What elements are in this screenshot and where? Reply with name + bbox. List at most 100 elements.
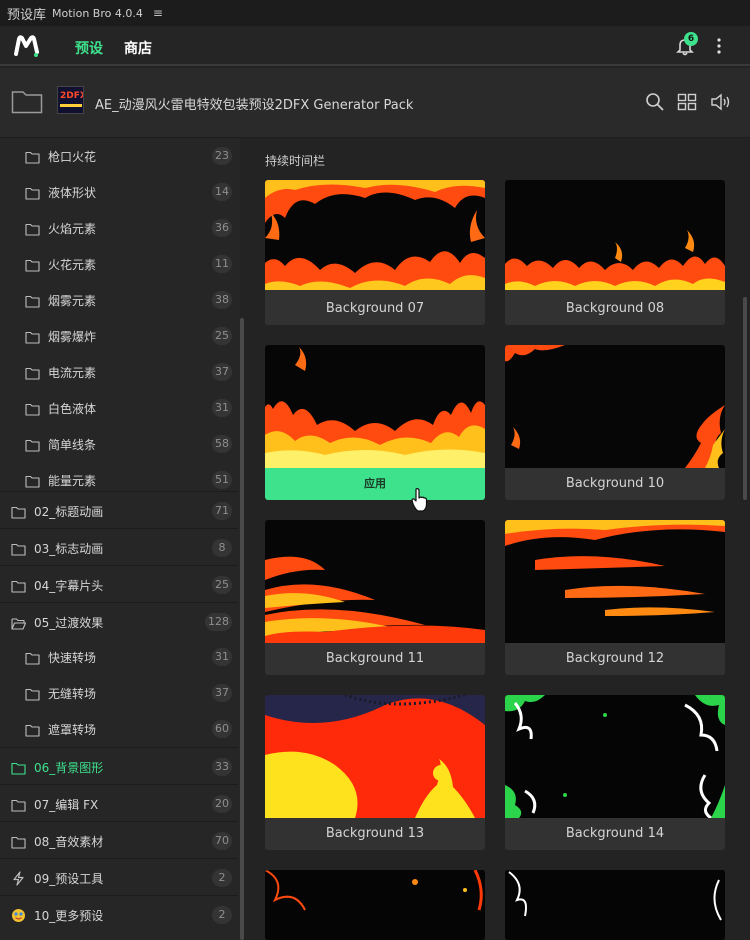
- folder-icon: [25, 722, 40, 737]
- sidebar-item-count: 25: [212, 576, 232, 594]
- preset-name: Background 12: [565, 651, 665, 666]
- sidebar-item-count: 37: [212, 363, 232, 381]
- preset-thumbnail[interactable]: [505, 695, 725, 818]
- menu-icon[interactable]: ≡: [153, 6, 163, 20]
- preset-thumbnail[interactable]: [505, 870, 725, 940]
- category-sidebar: 枪口火花 23 液体形状 14 火焰元素 36 火花元素 11 烟雾元素 38 烟雾爆炸 25 电流元素…: [0, 138, 240, 940]
- sidebar-item-count: 31: [212, 648, 232, 666]
- sidebar-item-label: 枪口火花: [48, 150, 97, 164]
- preset-thumbnail[interactable]: [265, 345, 485, 468]
- preset-thumbnail[interactable]: [265, 180, 485, 290]
- sidebar-item[interactable]: 快速转场 31: [0, 639, 238, 675]
- sidebar-item-count: 23: [212, 147, 232, 165]
- sidebar-item-label: 10_更多预设: [34, 909, 104, 923]
- sidebar-item[interactable]: 06_背景图形 33: [0, 747, 238, 784]
- sidebar-item-label: 烟雾爆炸: [48, 330, 97, 344]
- preset-card[interactable]: Background 07: [265, 180, 485, 325]
- sidebar-item-label: 07_编辑 FX: [34, 798, 99, 812]
- sidebar-item[interactable]: 液体形状 14: [0, 174, 238, 210]
- sidebar-item[interactable]: 电流元素 37: [0, 354, 238, 390]
- grid-scrollbar[interactable]: [743, 297, 747, 500]
- sidebar-item[interactable]: 火花元素 11: [0, 246, 238, 282]
- folder-icon: [25, 257, 40, 272]
- app-version: Motion Bro 4.0.4: [52, 6, 143, 20]
- sidebar-item-count: 33: [212, 758, 232, 776]
- preset-name: Background 10: [565, 476, 665, 491]
- sidebar-item[interactable]: 10_更多预设 2: [0, 895, 238, 932]
- folder-icon: [25, 329, 40, 344]
- preset-card[interactable]: Background 14: [505, 695, 725, 850]
- app-name: 预设库: [7, 7, 47, 23]
- sidebar-scrollbar[interactable]: [240, 318, 244, 940]
- sidebar-item[interactable]: 08_音效素材 70: [0, 821, 238, 858]
- sidebar-item-count: 2: [212, 906, 232, 924]
- sidebar-item-count: 60: [212, 720, 232, 738]
- preset-thumbnail[interactable]: [265, 870, 485, 940]
- folder-icon[interactable]: [11, 88, 43, 114]
- kebab-icon[interactable]: [714, 37, 724, 55]
- preset-name: Background 08: [565, 301, 665, 316]
- tab-presets[interactable]: 预设: [73, 38, 105, 70]
- sidebar-item[interactable]: 无缝转场 37: [0, 675, 238, 711]
- folder-icon: [11, 834, 26, 849]
- sidebar-item-label: 06_背景图形: [34, 761, 104, 775]
- tab-store[interactable]: 商店: [124, 38, 152, 58]
- preset-thumbnail[interactable]: [505, 345, 725, 468]
- folder-icon: [25, 650, 40, 665]
- sidebar-item-label: 电流元素: [48, 366, 97, 380]
- sidebar-item-label: 火花元素: [48, 258, 97, 272]
- sidebar-item[interactable]: 04_字幕片头 25: [0, 565, 238, 602]
- folder-icon: [25, 437, 40, 452]
- sidebar-item[interactable]: 枪口火花 23: [0, 138, 238, 174]
- preset-card[interactable]: 应用: [265, 345, 485, 500]
- preset-card[interactable]: Background 11: [265, 520, 485, 675]
- sidebar-item[interactable]: 05_过渡效果 128: [0, 602, 238, 639]
- pack-header: 2DFX AE_动漫风火雷电特效包装预设2DFX Generator Pack: [0, 68, 750, 138]
- preset-card[interactable]: Background 08: [505, 180, 725, 325]
- sidebar-item-count: 128: [205, 613, 232, 631]
- sidebar-item-label: 09_预设工具: [34, 872, 104, 886]
- preset-name: Background 13: [325, 826, 425, 841]
- logo-icon[interactable]: [14, 34, 40, 58]
- top-nav: 预设 商店 6: [0, 26, 750, 70]
- sidebar-item[interactable]: 03_标志动画 8: [0, 528, 238, 565]
- sidebar-item-count: 51: [212, 471, 232, 489]
- search-icon[interactable]: [645, 92, 665, 112]
- folder-icon: [11, 578, 26, 593]
- sidebar-item[interactable]: 烟雾元素 38: [0, 282, 238, 318]
- sidebar-item[interactable]: 02_标题动画 71: [0, 491, 238, 528]
- emoji-icon: [11, 908, 26, 922]
- preset-thumbnail[interactable]: [265, 695, 485, 818]
- preset-grid: 持续时间栏 Background 07 Background 08 应用 Bac…: [248, 138, 750, 940]
- preset-card[interactable]: Background 12: [505, 520, 725, 675]
- folder-icon: [11, 760, 26, 775]
- folder-icon: [25, 401, 40, 416]
- preset-card[interactable]: Background 10: [505, 345, 725, 500]
- sidebar-item[interactable]: 白色液体 31: [0, 390, 238, 426]
- sidebar-item[interactable]: 遮罩转场 60: [0, 711, 238, 747]
- folder-icon: [25, 473, 40, 488]
- volume-icon[interactable]: [710, 92, 732, 112]
- preset-card[interactable]: [265, 870, 485, 940]
- sidebar-item-label: 烟雾元素: [48, 294, 97, 308]
- preset-card[interactable]: Background 13: [265, 695, 485, 850]
- sidebar-item-label: 无缝转场: [48, 687, 97, 701]
- sidebar-item-count: 20: [212, 795, 232, 813]
- preset-thumbnail[interactable]: [505, 520, 725, 643]
- preset-thumbnail[interactable]: [505, 180, 725, 290]
- preset-thumbnail[interactable]: [265, 520, 485, 643]
- sidebar-item-label: 白色液体: [48, 402, 97, 416]
- grid-icon[interactable]: [677, 92, 697, 112]
- sidebar-item[interactable]: 简单线条 58: [0, 426, 238, 462]
- apply-button[interactable]: 应用: [265, 468, 485, 500]
- sidebar-item-count: 38: [212, 291, 232, 309]
- sidebar-item-count: 11: [212, 255, 232, 273]
- sidebar-item[interactable]: 烟雾爆炸 25: [0, 318, 238, 354]
- cursor-icon: [411, 488, 428, 512]
- sidebar-item[interactable]: 09_预设工具 2: [0, 858, 238, 895]
- sidebar-item[interactable]: 火焰元素 36: [0, 210, 238, 246]
- preset-name: Background 07: [325, 301, 425, 316]
- preset-card[interactable]: [505, 870, 725, 940]
- sidebar-item[interactable]: 07_编辑 FX 20: [0, 784, 238, 821]
- sidebar-item-count: 25: [212, 327, 232, 345]
